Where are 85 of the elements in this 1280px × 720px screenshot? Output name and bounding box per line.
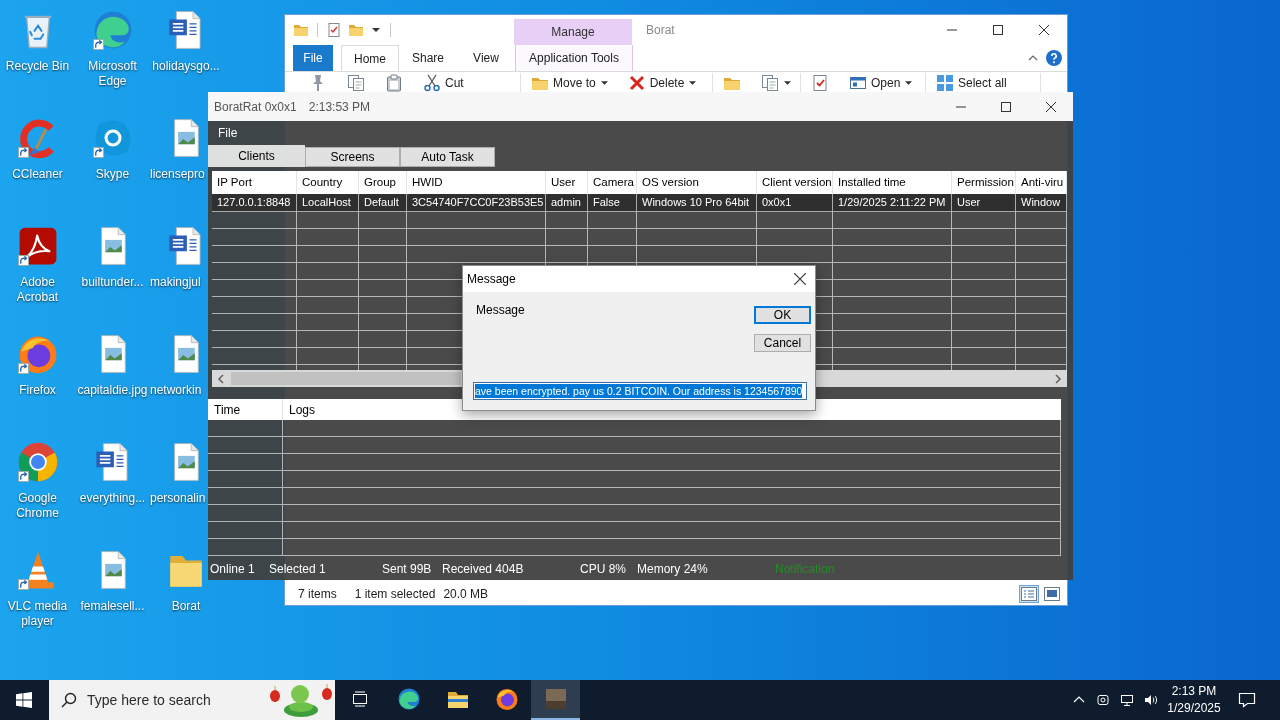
table-cell: Window bbox=[1016, 194, 1067, 211]
dialog-button[interactable]: OK bbox=[754, 306, 811, 324]
table-cell: 3C54740F7CC0F23B53E5 bbox=[407, 194, 546, 211]
table-cell: admin bbox=[546, 194, 588, 211]
status-text: Memory 24% bbox=[637, 561, 708, 576]
help-icon[interactable] bbox=[1046, 50, 1062, 66]
caret-icon[interactable] bbox=[372, 28, 380, 32]
move-to-button[interactable]: Move to bbox=[531, 72, 608, 93]
search-bar[interactable]: Type here to search bbox=[49, 680, 335, 720]
clock-date[interactable]: 1/29/2025 bbox=[1167, 700, 1221, 717]
search-icon bbox=[61, 692, 77, 708]
column-header[interactable]: Time bbox=[208, 399, 283, 420]
table-row[interactable]: 127.0.0.1:8848 LocalHost Default 3C54740F7CC0F23B53E5 admin False Windows 10 Pro 64bit 0x0x1 1/29/2025 2:11:22 PM User Window bbox=[212, 194, 1067, 212]
device-icon[interactable] bbox=[1096, 693, 1110, 707]
wave-logo-icon bbox=[396, 687, 421, 711]
tab[interactable]: Clients bbox=[208, 145, 305, 167]
status-text: Received 404B bbox=[442, 561, 524, 576]
table-cell: False bbox=[588, 194, 637, 211]
task-view-icon bbox=[350, 691, 369, 707]
ribbon-tab[interactable]: Application Tools bbox=[515, 45, 633, 71]
window-clock: 2:13:53 PM bbox=[308, 98, 371, 116]
table-cell: Windows 10 Pro 64bit bbox=[637, 194, 757, 211]
status-text: 20.0 MB bbox=[443, 585, 489, 603]
input-value: ave been encrypted. pay us 0.2 BITCOIN. Our address is 1234567890 bbox=[475, 384, 803, 398]
table-cell: 1/29/2025 2:11:22 PM bbox=[833, 194, 952, 211]
context-tab-group: Manage bbox=[514, 19, 632, 45]
ribbon-tab[interactable]: Home bbox=[341, 45, 399, 71]
properties-button[interactable] bbox=[811, 72, 829, 93]
network-icon[interactable] bbox=[1120, 693, 1134, 707]
ribbon-tab[interactable]: Share bbox=[399, 45, 457, 71]
maximize-icon bbox=[993, 25, 1003, 35]
search-input[interactable]: Type here to search bbox=[87, 689, 257, 711]
window-title: Borat bbox=[646, 22, 675, 39]
paste-button[interactable] bbox=[385, 72, 403, 93]
table-cell: User bbox=[952, 194, 1016, 211]
delete-icon bbox=[627, 73, 646, 92]
select-all-button[interactable]: Select all bbox=[936, 72, 1007, 93]
close-icon bbox=[1039, 25, 1049, 35]
delete-button[interactable]: Delete bbox=[627, 72, 697, 93]
ribbon-tab[interactable]: File bbox=[293, 45, 333, 71]
scissors-icon bbox=[423, 73, 441, 92]
input-field[interactable]: ave been encrypted. pay us 0.2 BITCOIN. Our address is 1234567890 bbox=[473, 382, 807, 400]
ribbon-tab[interactable]: View bbox=[457, 45, 515, 71]
window-title: BoratRat 0x0x1 bbox=[213, 98, 297, 116]
details-view-button[interactable] bbox=[1019, 584, 1039, 603]
clock-time[interactable]: 2:13 PM bbox=[1171, 683, 1217, 700]
message-text: Message bbox=[476, 302, 525, 319]
close-icon bbox=[1045, 101, 1056, 112]
copy-to-button[interactable] bbox=[761, 72, 791, 93]
close-icon bbox=[794, 273, 806, 285]
status-text: Sent 99B bbox=[382, 561, 432, 576]
large-icons-view-button[interactable] bbox=[1042, 584, 1062, 603]
status-notification: Notification bbox=[775, 560, 835, 578]
open-button[interactable]: Open bbox=[849, 72, 913, 93]
window-title: Message bbox=[466, 271, 516, 288]
tab[interactable]: Auto Task bbox=[400, 147, 495, 167]
status-text: Online 1 bbox=[210, 561, 255, 576]
thumbnail-icon bbox=[1044, 586, 1060, 601]
maximize-icon bbox=[1000, 101, 1011, 112]
list-icon bbox=[1021, 586, 1037, 601]
checklist-icon[interactable] bbox=[326, 22, 342, 38]
status-text: 1 item selected bbox=[354, 585, 436, 603]
status-text: 7 items bbox=[298, 585, 337, 603]
dialog-button[interactable]: Cancel bbox=[754, 334, 811, 352]
tab[interactable]: Screens bbox=[305, 147, 400, 167]
copy-button[interactable] bbox=[347, 72, 365, 93]
grid-icon bbox=[936, 73, 954, 92]
table-cell: 127.0.0.1:8848 bbox=[212, 194, 297, 211]
status-text: CPU 8% bbox=[580, 561, 626, 576]
table-cell: 0x0x1 bbox=[757, 194, 833, 211]
flame-globe-icon bbox=[494, 687, 519, 711]
cut-button[interactable]: Cut bbox=[423, 72, 464, 93]
ring-logo-icon[interactable] bbox=[16, 441, 59, 483]
table-cell: Default bbox=[359, 194, 407, 211]
menu-item[interactable]: File bbox=[208, 124, 248, 142]
notification-icon[interactable] bbox=[1238, 692, 1256, 708]
speaker-icon[interactable] bbox=[1144, 693, 1158, 707]
status-text: Selected 1 bbox=[269, 561, 326, 576]
app-icon bbox=[543, 687, 568, 711]
scroll-right-icon[interactable] bbox=[1054, 373, 1062, 384]
table-cell: LocalHost bbox=[297, 194, 359, 211]
snake-drawing bbox=[267, 682, 335, 718]
scroll-left-icon[interactable] bbox=[217, 373, 225, 384]
windows-logo-icon bbox=[16, 692, 32, 708]
scrollbar-thumb[interactable] bbox=[231, 372, 461, 385]
